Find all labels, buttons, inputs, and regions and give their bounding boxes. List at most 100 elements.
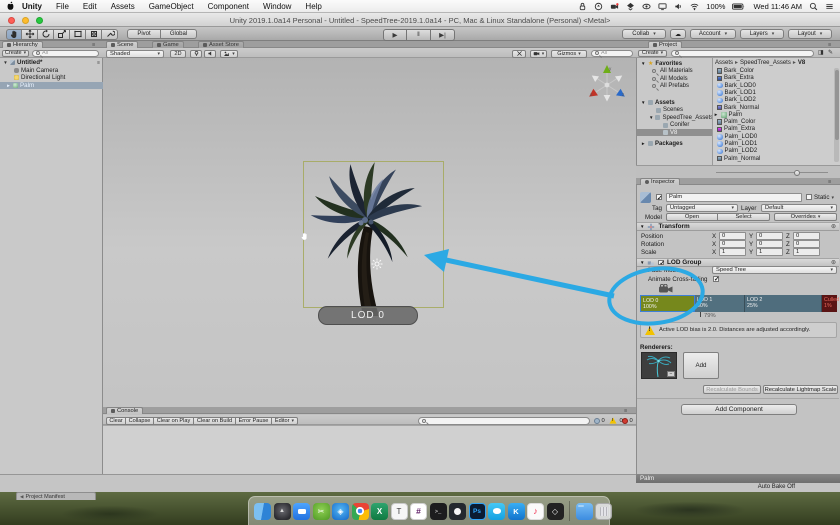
recalculate-lightmap-button[interactable]: Recalculate Lightmap Scale: [763, 385, 838, 394]
hierarchy-item-directional-light[interactable]: Directional Light: [0, 74, 103, 82]
console-panel-menu-icon[interactable]: ≡: [624, 408, 627, 414]
disclosure-open-icon[interactable]: ▼: [640, 260, 644, 265]
hierarchy-search-input[interactable]: All: [32, 50, 99, 58]
search-by-label-icon[interactable]: ✎: [828, 49, 833, 56]
project-scrollbar-thumb[interactable]: [835, 70, 839, 140]
2d-toggle-button[interactable]: 2D: [170, 50, 186, 58]
file-row[interactable]: Palm_LOD2: [717, 148, 835, 155]
fade-mode-dropdown[interactable]: Speed Tree: [712, 266, 837, 274]
lock-icon[interactable]: [578, 2, 587, 11]
rect-tool-button[interactable]: [70, 29, 86, 40]
model-overrides-button[interactable]: Overrides: [774, 213, 837, 221]
console-error-badge[interactable]: 0: [622, 417, 633, 425]
layer-dropdown[interactable]: Default: [761, 204, 837, 212]
breadcrumb-assets[interactable]: Assets: [715, 60, 733, 66]
file-row[interactable]: Bark_LOD1: [717, 89, 835, 96]
airplay-display-icon[interactable]: [658, 2, 667, 11]
custom-tool-button[interactable]: [102, 29, 118, 40]
file-row[interactable]: Palm_LOD1: [717, 141, 835, 148]
gizmos-dropdown[interactable]: Gizmos: [551, 50, 587, 58]
position-x-field[interactable]: 0: [719, 232, 746, 240]
scene-orientation-gizmo[interactable]: xzy: [584, 62, 630, 108]
disclosure-open-icon[interactable]: ▼: [3, 60, 8, 65]
gameobject-name-field[interactable]: Palm: [666, 193, 802, 202]
camera-recording-icon[interactable]: [610, 2, 619, 11]
step-button[interactable]: ▶|: [431, 29, 455, 41]
tab-console[interactable]: Console: [106, 407, 143, 414]
draw-mode-dropdown[interactable]: Shaded: [106, 50, 164, 58]
thumbnail-size-knob[interactable]: [794, 170, 800, 176]
hierarchy-create-button[interactable]: Create: [2, 50, 29, 58]
console-log-area[interactable]: [103, 425, 636, 474]
notification-center-icon[interactable]: [825, 2, 834, 11]
project-folder-v8[interactable]: V8: [637, 129, 713, 136]
tab-asset-store[interactable]: Asset Store: [198, 41, 244, 48]
scale-x-field[interactable]: 1: [719, 248, 746, 256]
rotate-tool-button[interactable]: [38, 29, 54, 40]
photoshop-icon[interactable]: [469, 503, 486, 520]
lod-camera-playhead-icon[interactable]: [658, 284, 674, 294]
background-window-title[interactable]: ◀Project Manifest: [16, 492, 96, 500]
disclosure-closed-icon[interactable]: ►: [641, 141, 646, 146]
position-z-field[interactable]: 0: [793, 232, 820, 240]
tab-hierarchy[interactable]: Hierarchy: [2, 41, 43, 48]
file-row[interactable]: Palm_Normal: [717, 155, 835, 162]
disclosure-open-icon[interactable]: ▼: [641, 100, 646, 105]
static-checkbox[interactable]: [806, 194, 812, 200]
project-fav-all-materials[interactable]: All Materials: [637, 68, 713, 75]
scene-tools-button[interactable]: [512, 50, 526, 58]
transform-tool-button[interactable]: [86, 29, 102, 40]
window-titlebar[interactable]: Unity 2019.1.0a14 Personal - Untitled - …: [0, 13, 840, 27]
project-folder-speedtree[interactable]: ▼SpeedTree_Assets: [637, 114, 713, 121]
scene-audio-toggle[interactable]: [204, 50, 216, 58]
battery-icon[interactable]: [732, 2, 746, 11]
rotation-z-field[interactable]: 0: [793, 240, 820, 248]
messages-icon[interactable]: [488, 503, 505, 520]
console-search-input[interactable]: [418, 417, 590, 425]
tab-inspector[interactable]: Inspector: [640, 178, 680, 185]
project-search-input[interactable]: [671, 50, 814, 58]
github-desktop-icon[interactable]: [449, 503, 466, 520]
scene-viewport[interactable]: LOD 0 xzy: [103, 58, 636, 407]
hierarchy-item-main-camera[interactable]: Main Camera: [0, 67, 103, 75]
project-favorites-row[interactable]: ▼ ★ Favorites: [637, 60, 713, 67]
project-fav-all-prefabs[interactable]: All Prefabs: [637, 83, 713, 90]
disclosure-open-icon[interactable]: ▼: [641, 61, 646, 66]
scissors-app-icon[interactable]: [313, 503, 330, 520]
project-breadcrumb[interactable]: Assets ▸ SpeedTree_Assets ▸ V8: [715, 59, 839, 66]
launchpad-icon[interactable]: [274, 503, 291, 520]
cloud-button[interactable]: ☁: [670, 29, 686, 39]
zoom-icon[interactable]: [293, 503, 310, 520]
file-row[interactable]: Bark_Extra: [717, 75, 835, 82]
static-label[interactable]: Static: [814, 194, 834, 201]
hierarchy-scene-row[interactable]: ▼ Untitled* ≡: [0, 59, 103, 67]
disclosure-closed-icon[interactable]: ►: [6, 83, 11, 88]
excel-icon[interactable]: [371, 503, 388, 520]
add-renderer-button[interactable]: Add: [683, 352, 719, 379]
console-warning-badge[interactable]: 0: [608, 417, 623, 425]
slack-icon[interactable]: [410, 503, 427, 520]
lod1-bar-segment[interactable]: LOD 1 50%: [695, 295, 745, 312]
pivot-toggle-button[interactable]: Pivot: [127, 29, 161, 39]
active-checkbox[interactable]: [656, 194, 662, 200]
account-button[interactable]: Account: [690, 29, 736, 39]
component-settings-icon[interactable]: ⊛: [831, 259, 836, 266]
pause-button[interactable]: ‖: [407, 29, 431, 41]
menu-assets[interactable]: Assets: [104, 2, 142, 11]
apple-menu-icon[interactable]: [6, 1, 15, 11]
file-row[interactable]: Palm_Extra: [717, 126, 835, 133]
project-assets-row[interactable]: ▼ Assets: [637, 99, 713, 106]
disclosure-open-icon[interactable]: ▼: [640, 224, 644, 229]
model-open-button[interactable]: Open: [666, 213, 718, 221]
global-toggle-button[interactable]: Global: [161, 29, 197, 39]
console-collapse-button[interactable]: Collapse: [126, 417, 154, 425]
menu-edit[interactable]: Edit: [76, 2, 104, 11]
file-row[interactable]: ►Palm: [713, 111, 837, 118]
scene-lighting-toggle[interactable]: [190, 50, 202, 58]
file-row[interactable]: Palm_Color: [717, 119, 835, 126]
lod-group-enabled-checkbox[interactable]: [658, 260, 664, 266]
finder-icon[interactable]: [254, 503, 271, 520]
auto-bake-status[interactable]: Auto Bake Off: [700, 484, 795, 490]
thumbnail-size-slider[interactable]: [716, 172, 828, 173]
add-component-button[interactable]: Add Component: [681, 404, 797, 415]
